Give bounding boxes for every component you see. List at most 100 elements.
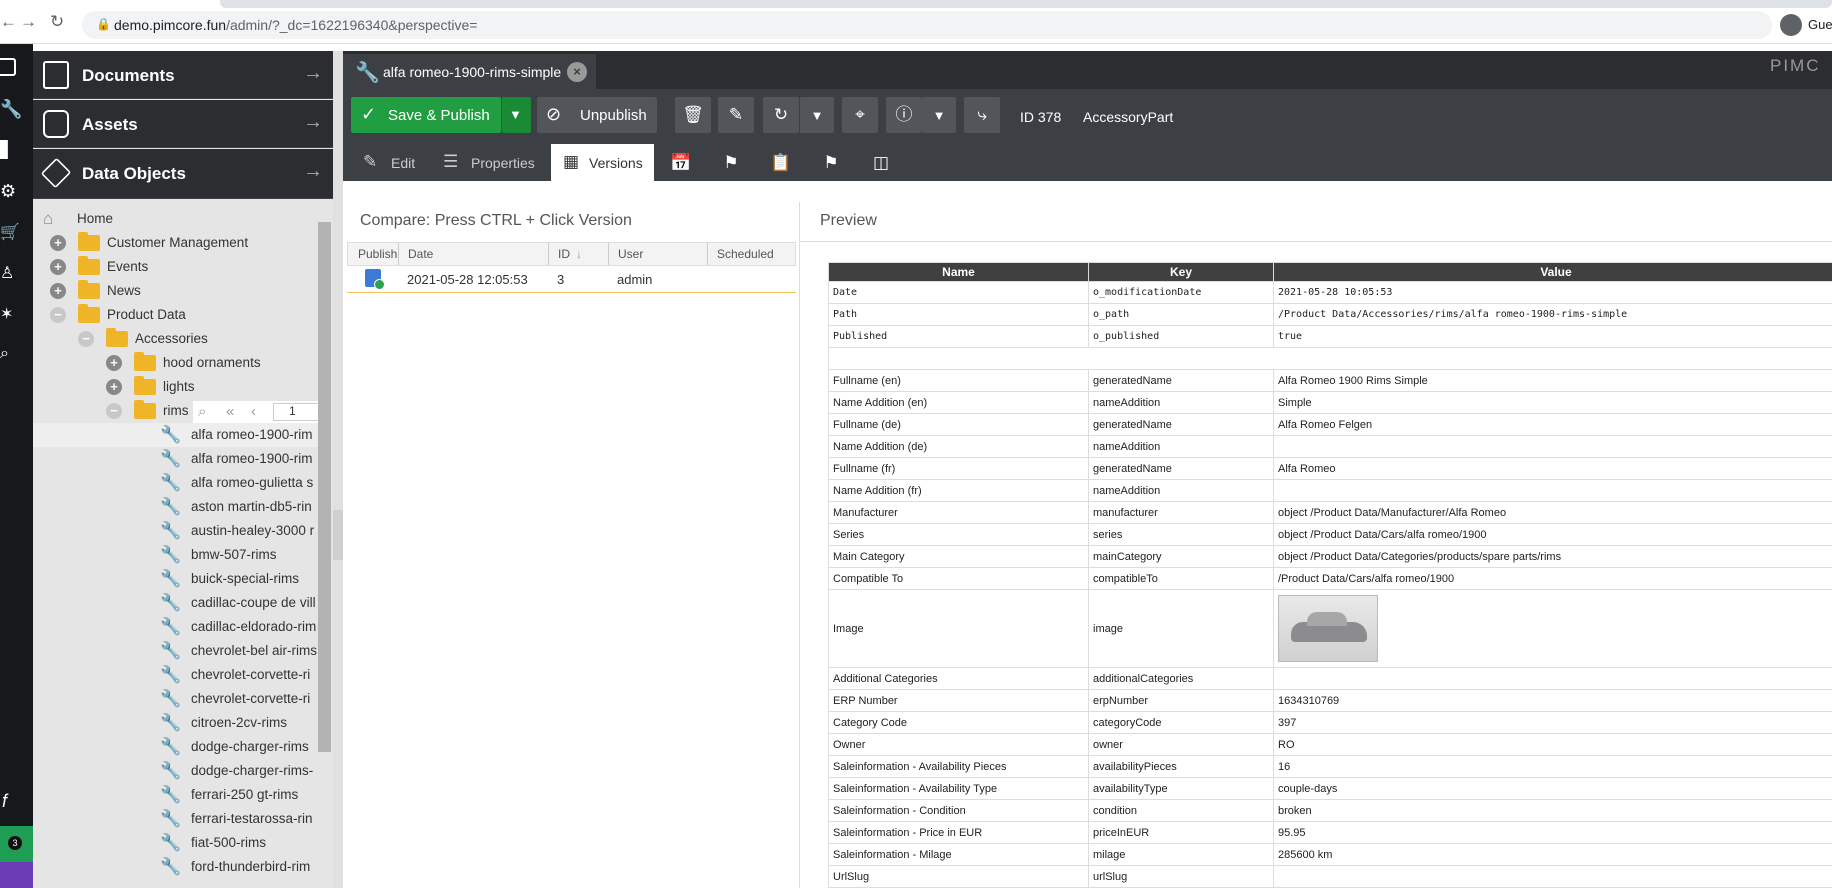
tag-icon[interactable]: ⚑: [810, 144, 852, 181]
column-scheduled[interactable]: Scheduled: [717, 247, 774, 261]
users-icon[interactable]: ♙: [0, 263, 16, 282]
table-row: Owner owner RO: [828, 733, 1832, 756]
tree-item[interactable]: 🔧 chevrolet-corvette-ri: [33, 663, 318, 687]
assets-accordion[interactable]: Assets →: [33, 100, 333, 148]
share-button[interactable]: ⤷: [964, 97, 1000, 133]
object-tab[interactable]: 🔧 alfa romeo-1900-rims-simple ×: [343, 54, 596, 90]
tree-node-folder[interactable]: + News: [33, 279, 318, 303]
preview-heading: Preview: [820, 212, 877, 229]
page-number-input[interactable]: 1: [273, 403, 323, 421]
tree-node-folder[interactable]: − Product Data: [33, 303, 318, 327]
home-icon: ⌂: [43, 209, 54, 228]
expand-icon[interactable]: +: [50, 259, 66, 275]
version-id: 3: [557, 272, 565, 287]
arrow-right-icon: →: [303, 62, 323, 84]
network-icon[interactable]: ✶: [0, 304, 16, 323]
forward-arrow-icon[interactable]: →: [20, 13, 37, 31]
profile-avatar-icon[interactable]: [1780, 14, 1802, 36]
tree-item[interactable]: 🔧 alfa romeo-1900-rim: [33, 447, 318, 471]
file-icon[interactable]: [0, 58, 16, 76]
tree-item[interactable]: 🔧 cadillac-coupe de vill: [33, 591, 318, 615]
documents-accordion[interactable]: Documents →: [33, 51, 333, 99]
expand-icon[interactable]: +: [50, 283, 66, 299]
tab-edit[interactable]: ✎ Edit: [353, 144, 428, 181]
tree-item[interactable]: 🔧 fiat-500-rims: [33, 831, 318, 855]
info-options-dropdown[interactable]: ▼: [922, 97, 956, 133]
expand-icon[interactable]: +: [106, 379, 122, 395]
tree-node-folder[interactable]: + lights: [33, 375, 318, 399]
reload-button[interactable]: ↻: [763, 97, 799, 133]
collapse-handle[interactable]: [333, 510, 343, 560]
panel-splitter[interactable]: [333, 51, 343, 888]
pimcore-logo: PIMC: [1770, 56, 1821, 75]
column-user[interactable]: User: [618, 247, 643, 261]
tree-item[interactable]: 🔧 alfa romeo-1900-rim: [33, 423, 318, 447]
first-page-icon[interactable]: «: [226, 403, 234, 420]
column-date[interactable]: Date: [408, 247, 433, 261]
tab-versions[interactable]: ▦ Versions: [551, 144, 654, 181]
data-objects-accordion[interactable]: Data Objects →: [33, 149, 333, 199]
info-icon: ⓘ: [895, 105, 913, 124]
clipboard-icon[interactable]: 📋: [760, 144, 802, 181]
tree-item[interactable]: 🔧 ferrari-250 gt-rims: [33, 783, 318, 807]
profile-label[interactable]: Gue: [1808, 17, 1832, 32]
tree-node-folder[interactable]: + hood ornaments: [33, 351, 318, 375]
expand-icon[interactable]: +: [106, 355, 122, 371]
tree-item[interactable]: 🔧 chevrolet-corvette-ri: [33, 687, 318, 711]
bookmark-icon[interactable]: ⚑: [710, 144, 752, 181]
reload-icon[interactable]: ↻: [50, 13, 64, 31]
folder-icon: [78, 304, 100, 323]
prev-page-icon[interactable]: ‹: [251, 403, 256, 420]
back-arrow-icon[interactable]: ←: [0, 13, 17, 31]
wrench-icon[interactable]: 🔧: [0, 99, 22, 119]
tree-node-folder[interactable]: + Customer Management: [33, 231, 318, 255]
collapse-icon[interactable]: −: [78, 331, 94, 347]
tree-item[interactable]: 🔧 bmw-507-rims: [33, 543, 318, 567]
expand-icon[interactable]: +: [50, 235, 66, 251]
rename-button[interactable]: ✎: [718, 97, 754, 133]
info-button[interactable]: ⓘ: [886, 97, 922, 133]
version-row[interactable]: 2021-05-28 12:05:53 3 admin: [347, 266, 796, 293]
save-publish-button[interactable]: ✓ Save & Publish: [351, 97, 501, 133]
tree-node-folder[interactable]: + Events: [33, 255, 318, 279]
tree-item[interactable]: 🔧 austin-healey-3000 r: [33, 519, 318, 543]
tree-item[interactable]: 🔧 alfa romeo-gulietta s: [33, 471, 318, 495]
car-image-thumbnail[interactable]: [1278, 595, 1378, 662]
tree-scrollbar-thumb[interactable]: [318, 222, 331, 752]
symfony-icon[interactable]: f: [2, 791, 16, 813]
search-icon[interactable]: ⌕: [198, 403, 206, 420]
column-publish[interactable]: Publish: [358, 247, 397, 261]
close-icon[interactable]: ×: [567, 62, 587, 82]
address-bar[interactable]: 🔒 demo.pimcore.fun/admin/?_dc=1622196340…: [82, 11, 1772, 39]
schedule-icon[interactable]: 📅: [660, 144, 702, 181]
chart-icon[interactable]: ▋: [0, 140, 16, 159]
tree-item[interactable]: 🔧 ford-thunderbird-rim: [33, 855, 318, 879]
collapse-icon[interactable]: −: [106, 403, 122, 419]
tree-item[interactable]: 🔧 chevrolet-bel air-rims: [33, 639, 318, 663]
tree-item[interactable]: 🔧 citroen-2cv-rims: [33, 711, 318, 735]
collapse-icon[interactable]: −: [50, 307, 66, 323]
search-icon[interactable]: ⌕: [0, 345, 16, 363]
tree-node-folder[interactable]: − Accessories: [33, 327, 318, 351]
save-options-dropdown[interactable]: ▼: [501, 97, 531, 133]
reload-options-dropdown[interactable]: ▼: [800, 97, 834, 133]
tree-item[interactable]: 🔧 cadillac-eldorado-rim: [33, 615, 318, 639]
table-row: Published o_published true: [828, 325, 1832, 348]
purple-app-button[interactable]: [0, 862, 33, 888]
tab-properties[interactable]: ☰ Properties: [433, 144, 548, 181]
tree-item[interactable]: 🔧 dodge-charger-rims: [33, 735, 318, 759]
column-id[interactable]: ID: [558, 247, 570, 261]
tree-item[interactable]: 🔧 aston martin-db5-rin: [33, 495, 318, 519]
tree-node-home[interactable]: ⌂ Home: [33, 207, 318, 231]
tree-item[interactable]: 🔧 dodge-charger-rims-: [33, 759, 318, 783]
tree-item[interactable]: 🔧 ferrari-testarossa-rin: [33, 807, 318, 831]
split-view-icon[interactable]: ◫: [860, 144, 902, 181]
tree-item[interactable]: 🔧 buick-special-rims: [33, 567, 318, 591]
gear-icon[interactable]: ⚙: [0, 181, 16, 201]
cart-icon[interactable]: 🛒: [0, 222, 20, 241]
object-id-label: ID 378: [1020, 109, 1062, 125]
tree-pager: ⌕ « ‹ 1: [193, 401, 328, 423]
locate-in-tree-button[interactable]: ⌖: [842, 97, 878, 133]
delete-button[interactable]: 🗑: [675, 97, 711, 133]
unpublish-button[interactable]: ⊘ Unpublish: [537, 97, 657, 133]
